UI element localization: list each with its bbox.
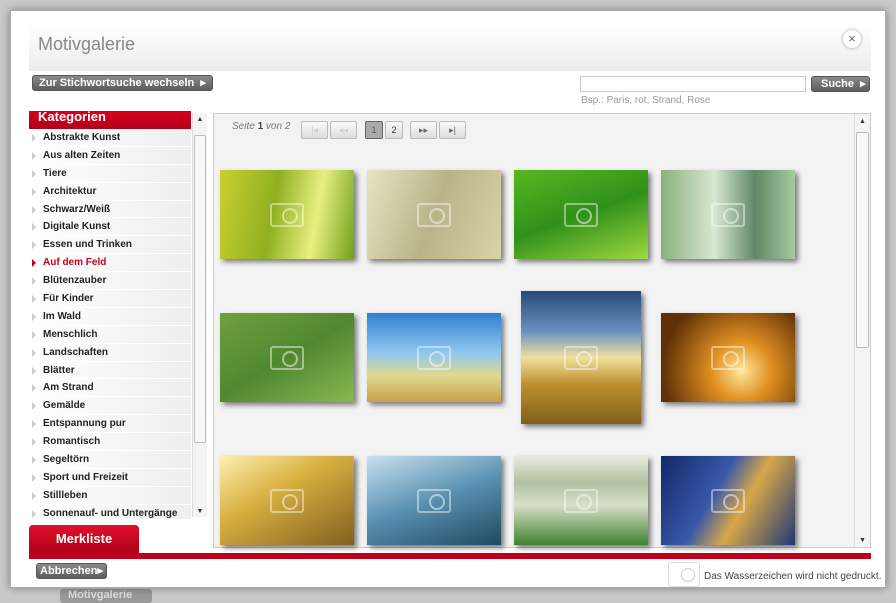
watermark-camera-icon bbox=[270, 488, 304, 513]
category-item[interactable]: Landschaften bbox=[29, 343, 191, 362]
cancel-button[interactable]: Abbrechen▸ bbox=[36, 563, 107, 579]
previous-page-button[interactable]: ◂◂ bbox=[330, 121, 357, 139]
watermark-camera-icon bbox=[711, 202, 745, 227]
gallery-image[interactable] bbox=[661, 456, 795, 545]
scroll-up-icon[interactable]: ▲ bbox=[855, 118, 870, 125]
category-item[interactable]: Romantisch bbox=[29, 433, 191, 452]
switch-label: Zur Stichwortsuche wechseln bbox=[39, 77, 195, 89]
page-1-button[interactable]: 1 bbox=[365, 121, 383, 139]
gallery-image[interactable] bbox=[367, 456, 501, 545]
category-item[interactable]: Auf dem Feld bbox=[29, 254, 191, 273]
gallery-image[interactable] bbox=[220, 313, 354, 402]
watermark-camera-icon bbox=[270, 345, 304, 370]
watermark-camera-icon bbox=[564, 488, 598, 513]
scroll-up-icon[interactable]: ▲ bbox=[193, 116, 207, 123]
scroll-thumb[interactable] bbox=[856, 132, 869, 348]
dialog-header bbox=[29, 25, 871, 71]
category-item[interactable]: Am Strand bbox=[29, 379, 191, 398]
page-2-button[interactable]: 2 bbox=[385, 121, 403, 139]
search-label: Suche bbox=[821, 78, 855, 90]
watermark-camera-icon bbox=[417, 488, 451, 513]
watermark-camera-icon bbox=[417, 202, 451, 227]
category-item[interactable]: Im Wald bbox=[29, 307, 191, 326]
gallery-scrollbar[interactable]: ▲ ▼ bbox=[854, 114, 870, 547]
category-item[interactable]: Segeltörn bbox=[29, 451, 191, 469]
categories-header: Kategorien bbox=[29, 111, 191, 129]
next-page-button[interactable]: ▸▸ bbox=[410, 121, 437, 139]
watermark-camera-icon bbox=[417, 345, 451, 370]
watermark-note: Das Wasserzeichen wird nicht gedruckt. bbox=[704, 571, 882, 582]
category-item[interactable]: Digitale Kunst bbox=[29, 218, 191, 237]
watermark-camera-icon bbox=[711, 345, 745, 370]
category-item[interactable]: Menschlich bbox=[29, 325, 191, 344]
watermark-camera-icon bbox=[564, 345, 598, 370]
gallery-image[interactable] bbox=[521, 291, 641, 424]
category-item[interactable]: Sport und Freizeit bbox=[29, 468, 191, 487]
gallery-image[interactable] bbox=[220, 170, 354, 259]
merkliste-tab[interactable]: Merkliste bbox=[29, 525, 139, 553]
category-item[interactable]: Aus alten Zeiten bbox=[29, 146, 191, 165]
gallery-image[interactable] bbox=[367, 170, 501, 259]
gallery-image[interactable] bbox=[367, 313, 501, 402]
search-input[interactable] bbox=[580, 76, 806, 92]
category-item[interactable]: Tiere bbox=[29, 164, 191, 183]
category-item[interactable]: Gemälde bbox=[29, 397, 191, 416]
category-item[interactable]: Architektur bbox=[29, 182, 191, 201]
search-button[interactable]: Suche ▸ bbox=[811, 76, 870, 92]
category-item[interactable]: Blütenzauber bbox=[29, 272, 191, 291]
category-item[interactable]: Abstrakte Kunst bbox=[29, 129, 191, 147]
category-item[interactable]: Sonnenauf- und Untergänge bbox=[29, 504, 191, 519]
last-page-button[interactable]: ▸| bbox=[439, 121, 466, 139]
dialog-title: Motivgalerie bbox=[38, 34, 136, 54]
page-indicator: Seite 1 von 2 bbox=[232, 121, 291, 132]
watermark-camera-icon bbox=[564, 202, 598, 227]
category-item[interactable]: Entspannung pur bbox=[29, 415, 191, 434]
switch-to-keyword-search-button[interactable]: Zur Stichwortsuche wechseln ▸ bbox=[32, 75, 213, 91]
category-item[interactable]: Blätter bbox=[29, 361, 191, 380]
gallery-image[interactable] bbox=[514, 170, 648, 259]
divider bbox=[29, 553, 871, 559]
scroll-thumb[interactable] bbox=[194, 135, 206, 443]
watermark-camera-icon bbox=[270, 202, 304, 227]
image-gallery: Seite 1 von 2 |◂ ◂◂ 1 2 ▸▸ ▸| ▲ ▼ bbox=[213, 113, 871, 548]
gallery-image[interactable] bbox=[661, 313, 795, 402]
first-page-button[interactable]: |◂ bbox=[301, 121, 328, 139]
scroll-down-icon[interactable]: ▼ bbox=[193, 508, 207, 515]
search-hint: Bsp.: Paris, rot, Strand, Rose bbox=[581, 95, 711, 106]
category-list: Abstrakte Kunst Aus alten Zeiten Tiere Arch… bbox=[29, 129, 191, 519]
category-item[interactable]: Schwarz/Weiß bbox=[29, 200, 191, 219]
close-icon[interactable]: × bbox=[843, 30, 861, 48]
category-item[interactable]: Stillleben bbox=[29, 486, 191, 505]
motivgalerie-dialog: Motivgalerie × Zur Stichwortsuche wechse… bbox=[10, 10, 886, 588]
category-item[interactable]: Essen und Trinken bbox=[29, 236, 191, 255]
watermark-camera-icon bbox=[711, 488, 745, 513]
category-scrollbar[interactable]: ▲ ▼ bbox=[192, 113, 207, 517]
cancel-label: Abbrechen bbox=[40, 565, 98, 577]
background-motivgalerie-button: Motivgalerie bbox=[60, 589, 152, 603]
gallery-image[interactable] bbox=[661, 170, 795, 259]
category-item[interactable]: Für Kinder bbox=[29, 290, 191, 308]
gallery-image[interactable] bbox=[220, 456, 354, 545]
camera-icon bbox=[668, 562, 700, 587]
scroll-down-icon[interactable]: ▼ bbox=[855, 537, 870, 544]
gallery-image[interactable] bbox=[514, 456, 648, 545]
